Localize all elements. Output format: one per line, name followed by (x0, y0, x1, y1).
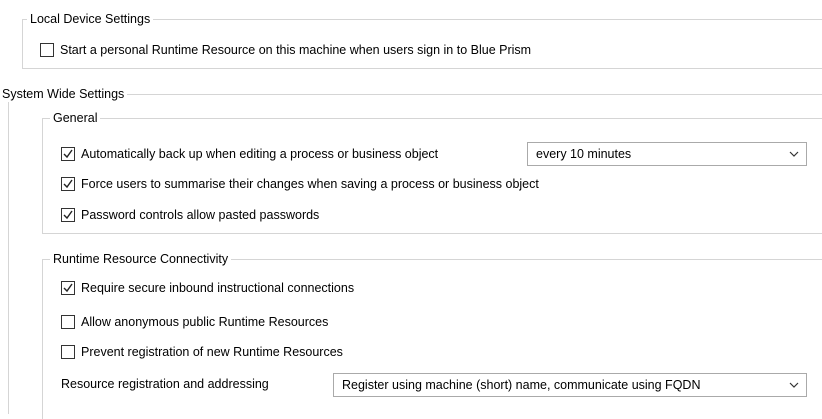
registration-addressing-dropdown[interactable]: Register using machine (short) name, com… (333, 373, 807, 397)
auto-backup-row[interactable]: Automatically back up when editing a pro… (61, 145, 438, 163)
registration-addressing-label: Resource registration and addressing (61, 377, 269, 391)
start-runtime-row[interactable]: Start a personal Runtime Resource on thi… (40, 41, 531, 59)
checkmark-icon (63, 179, 73, 189)
prevent-registration-checkbox[interactable] (61, 345, 75, 359)
backup-interval-value: every 10 minutes (536, 147, 632, 161)
start-runtime-checkbox[interactable] (40, 43, 54, 57)
local-device-settings-legend: Local Device Settings (27, 11, 154, 27)
system-wide-settings-legend: System Wide Settings (0, 86, 128, 102)
checkmark-icon (63, 283, 73, 293)
secure-inbound-checkbox[interactable] (61, 281, 75, 295)
force-summarise-row[interactable]: Force users to summarise their changes w… (61, 175, 539, 193)
anonymous-public-label: Allow anonymous public Runtime Resources (81, 315, 329, 329)
start-runtime-label: Start a personal Runtime Resource on thi… (60, 43, 532, 57)
secure-inbound-row[interactable]: Require secure inbound instructional con… (61, 279, 354, 297)
backup-interval-dropdown[interactable]: every 10 minutes (527, 142, 807, 166)
secure-inbound-label: Require secure inbound instructional con… (81, 281, 355, 295)
checkmark-icon (63, 149, 73, 159)
checkmark-icon (63, 210, 73, 220)
registration-addressing-row: Resource registration and addressing (61, 375, 269, 393)
runtime-connectivity-legend: Runtime Resource Connectivity (50, 251, 232, 267)
password-paste-checkbox[interactable] (61, 208, 75, 222)
force-summarise-checkbox[interactable] (61, 177, 75, 191)
anonymous-public-row[interactable]: Allow anonymous public Runtime Resources (61, 313, 328, 331)
chevron-down-icon (789, 382, 799, 388)
general-legend: General (50, 110, 101, 126)
password-paste-row[interactable]: Password controls allow pasted passwords (61, 206, 319, 224)
chevron-down-icon (789, 151, 799, 157)
password-paste-label: Password controls allow pasted passwords (81, 208, 320, 222)
registration-addressing-value: Register using machine (short) name, com… (342, 378, 701, 392)
force-summarise-label: Force users to summarise their changes w… (81, 177, 539, 191)
anonymous-public-checkbox[interactable] (61, 315, 75, 329)
prevent-registration-row[interactable]: Prevent registration of new Runtime Reso… (61, 343, 343, 361)
prevent-registration-label: Prevent registration of new Runtime Reso… (81, 345, 343, 359)
auto-backup-label: Automatically back up when editing a pro… (81, 147, 439, 161)
auto-backup-checkbox[interactable] (61, 147, 75, 161)
